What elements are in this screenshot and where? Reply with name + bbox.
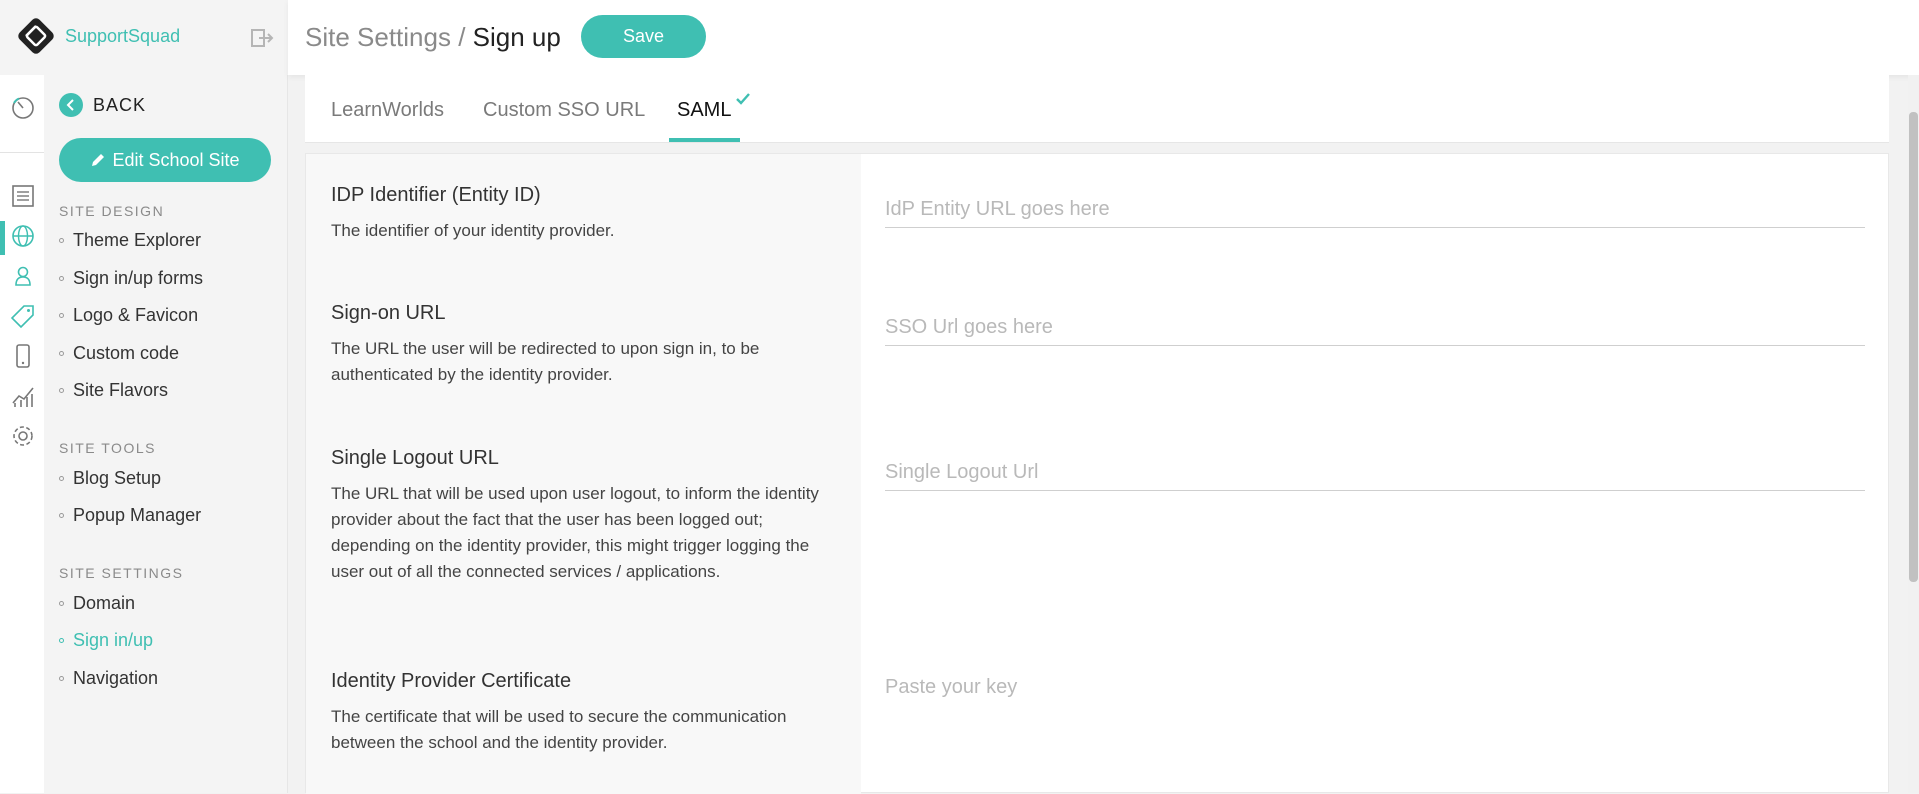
single-logout-url-title: Single Logout URL <box>331 447 499 469</box>
brand-name[interactable]: SupportSquad <box>65 26 180 47</box>
sidebar-item-theme-explorer[interactable]: Theme Explorer <box>59 230 201 251</box>
bullet-icon <box>59 388 64 393</box>
save-button[interactable]: Save <box>581 15 706 58</box>
idp-identifier-title: IDP Identifier (Entity ID) <box>331 184 541 206</box>
edit-school-site-button[interactable]: Edit School Site <box>59 138 271 182</box>
sso-tabs: LearnWorlds Custom SSO URL SAML <box>305 75 1889 143</box>
single-logout-url-description: The URL that will be used upon user logo… <box>331 484 819 581</box>
chevron-left-icon <box>59 93 83 117</box>
edit-school-site-label: Edit School Site <box>112 149 240 170</box>
sidebar-item-blog-setup[interactable]: Blog Setup <box>59 468 161 489</box>
section-title-site-settings: SITE SETTINGS <box>59 565 184 581</box>
certificate-key-textarea[interactable] <box>885 676 1865 786</box>
icon-rail <box>0 75 44 793</box>
globe-icon[interactable] <box>10 223 36 249</box>
brand-bar: SupportSquad <box>0 0 288 75</box>
bullet-icon <box>59 276 64 281</box>
bullet-icon <box>59 601 64 606</box>
back-label: BACK <box>93 94 147 115</box>
sidebar-item-custom-code[interactable]: Custom code <box>59 343 179 364</box>
single-logout-url-input[interactable] <box>885 455 1865 491</box>
sidebar-item-navigation[interactable]: Navigation <box>59 668 158 689</box>
sidebar-item-sign-in-up[interactable]: Sign in/up <box>59 630 153 651</box>
sidebar-item-label: Domain <box>73 593 136 613</box>
breadcrumb-separator: / <box>450 22 473 52</box>
sidebar-item-label: Sign in/up forms <box>73 268 204 288</box>
back-button[interactable]: BACK <box>59 93 146 117</box>
idp-certificate-description: The certificate that will be used to sec… <box>331 707 787 752</box>
user-icon[interactable] <box>10 263 36 289</box>
sidebar-item-label: Sign in/up <box>73 630 154 650</box>
idp-certificate-title: Identity Provider Certificate <box>331 670 572 692</box>
active-tab-underline <box>669 138 740 142</box>
pencil-icon <box>92 154 105 166</box>
settings-icon[interactable] <box>10 423 36 449</box>
breadcrumb: Site Settings / Sign up <box>305 22 561 53</box>
saml-settings-panel: IDP Identifier (Entity ID) The identifie… <box>305 153 1889 794</box>
logout-icon[interactable] <box>250 27 274 49</box>
sidebar-item-label: Popup Manager <box>73 505 202 525</box>
scrollbar-thumb[interactable] <box>1909 112 1918 582</box>
tab-custom-sso-url[interactable]: Custom SSO URL <box>483 99 645 122</box>
tab-learnworlds[interactable]: LearnWorlds <box>331 99 444 122</box>
bullet-icon <box>59 513 64 518</box>
sso-url-input[interactable] <box>885 310 1865 346</box>
dashboard-icon[interactable] <box>10 95 36 121</box>
sidebar-item-label: Logo & Favicon <box>73 305 199 325</box>
site-sidebar: BACK Edit School Site SITE DESIGN Theme … <box>44 75 288 793</box>
section-title-site-design: SITE DESIGN <box>59 203 165 219</box>
bullet-icon <box>59 238 64 243</box>
rail-divider <box>0 152 44 153</box>
sidebar-item-label: Theme Explorer <box>73 230 202 250</box>
bullet-icon <box>59 676 64 681</box>
sidebar-item-label: Site Flavors <box>73 380 169 400</box>
idp-identifier-description: The identifier of your identity provider… <box>331 221 615 240</box>
sidebar-item-label: Navigation <box>73 668 159 688</box>
breadcrumb-current: Sign up <box>472 22 561 52</box>
analytics-icon[interactable] <box>10 383 36 409</box>
page-header: Site Settings / Sign up Save <box>288 0 1919 75</box>
sidebar-item-domain[interactable]: Domain <box>59 593 135 614</box>
sidebar-item-label: Custom code <box>73 343 180 363</box>
sidebar-item-popup-manager[interactable]: Popup Manager <box>59 505 201 526</box>
tab-saml[interactable]: SAML <box>677 93 750 122</box>
sign-on-url-title: Sign-on URL <box>331 302 446 324</box>
sidebar-item-site-flavors[interactable]: Site Flavors <box>59 380 168 401</box>
sign-on-url-description: The URL the user will be redirected to u… <box>331 339 760 384</box>
bullet-icon <box>59 351 64 356</box>
check-icon <box>736 93 750 105</box>
mobile-icon[interactable] <box>10 343 36 369</box>
supportsquad-logo-icon[interactable] <box>14 14 58 58</box>
bullet-icon <box>59 638 64 643</box>
section-title-site-tools: SITE TOOLS <box>59 440 156 456</box>
field-descriptions-column <box>306 154 861 794</box>
sidebar-item-logo-favicon[interactable]: Logo & Favicon <box>59 305 198 326</box>
bullet-icon <box>59 313 64 318</box>
pages-icon[interactable] <box>10 183 36 209</box>
breadcrumb-parent[interactable]: Site Settings <box>305 22 451 52</box>
rail-active-indicator <box>0 221 5 255</box>
bullet-icon <box>59 476 64 481</box>
sidebar-item-label: Blog Setup <box>73 468 162 488</box>
tab-saml-label: SAML <box>677 99 732 121</box>
idp-entity-url-input[interactable] <box>885 192 1865 228</box>
tag-icon[interactable] <box>10 303 36 329</box>
sidebar-item-sign-in-up-forms[interactable]: Sign in/up forms <box>59 268 203 289</box>
